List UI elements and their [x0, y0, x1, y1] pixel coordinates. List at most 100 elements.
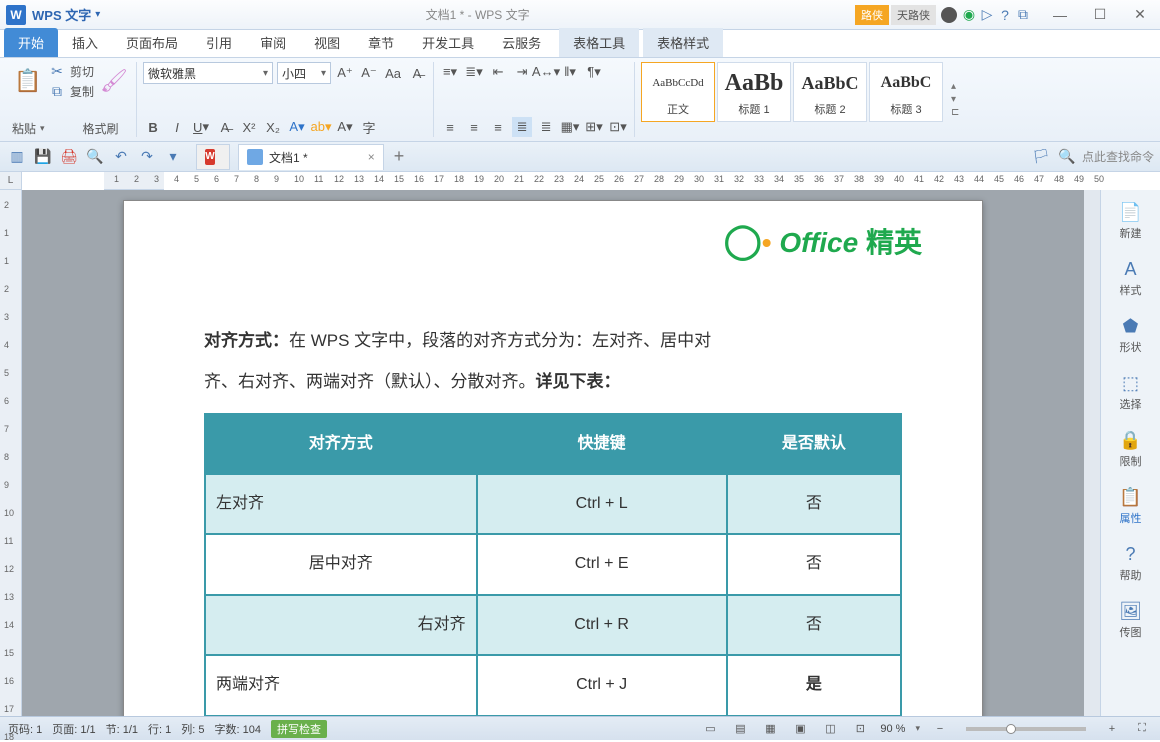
tab-引用[interactable]: 引用 [192, 28, 246, 57]
tab-章节[interactable]: 章节 [354, 28, 408, 57]
sidepanel-属性[interactable]: 📋属性 [1106, 483, 1156, 530]
copy-button[interactable]: ⧉复制 [48, 82, 94, 100]
shrink-font-button[interactable]: A⁻ [359, 63, 379, 83]
numbering-button[interactable]: ≣▾ [464, 62, 484, 82]
new-tab-button[interactable]: + [394, 146, 405, 167]
avatar-icon[interactable] [941, 7, 957, 23]
sidepanel-传图[interactable]: 🖼传图 [1106, 597, 1156, 644]
bold-button[interactable]: B [143, 117, 163, 137]
document-canvas[interactable]: ◯• Office 精英 对齐方式：在 WPS 文字中，段落的对齐方式分为：左对… [22, 190, 1084, 716]
change-case-button[interactable]: Aa [383, 63, 403, 83]
tab-开始[interactable]: 开始 [4, 28, 58, 57]
highlight-button[interactable]: ab▾ [311, 117, 331, 137]
bullets-button[interactable]: ≡▾ [440, 62, 460, 82]
cut-button[interactable]: ✂剪切 [48, 62, 94, 80]
line-spacing-button[interactable]: ‖▾ [560, 62, 580, 82]
underline-button[interactable]: U▾ [191, 117, 211, 137]
sidepanel-选择[interactable]: ⬚选择 [1106, 369, 1156, 416]
align-left-button[interactable]: ≡ [440, 117, 460, 137]
italic-button[interactable]: I [167, 117, 187, 137]
font-color-button[interactable]: A▾ [287, 117, 307, 137]
tab-表格工具[interactable]: 表格工具 [559, 28, 639, 57]
view-web[interactable]: ▦ [760, 721, 780, 737]
table-header[interactable]: 快捷键 [477, 414, 727, 474]
format-painter-label[interactable]: 格式刷 [83, 120, 119, 137]
borders-button[interactable]: ⊞▾ [584, 117, 604, 137]
paste-icon[interactable]: 📋 [12, 65, 44, 97]
badge-luxia[interactable]: 路侠 [855, 5, 889, 25]
paste-label[interactable]: 粘贴 [12, 120, 36, 137]
document-tab[interactable]: 文档1 * × [238, 144, 384, 170]
status-spell[interactable]: 拼写检查 [271, 720, 327, 738]
vertical-scrollbar[interactable] [1084, 190, 1100, 716]
view-fullscreen[interactable]: ◫ [820, 721, 840, 737]
table-row[interactable]: 右对齐Ctrl + R否 [205, 595, 901, 655]
tab-云服务[interactable]: 云服务 [488, 28, 555, 57]
zoom-slider[interactable] [966, 727, 1086, 731]
close-button[interactable]: ✕ [1120, 0, 1160, 30]
view-print-layout[interactable]: ▭ [700, 721, 720, 737]
tab-页面布局[interactable]: 页面布局 [112, 28, 192, 57]
show-marks-button[interactable]: ¶▾ [584, 62, 604, 82]
print-icon[interactable]: 🖨 [58, 146, 80, 168]
print-preview-icon[interactable]: 🔍 [84, 146, 106, 168]
tab-插入[interactable]: 插入 [58, 28, 112, 57]
decrease-indent-button[interactable]: ⇤ [488, 62, 508, 82]
badge-tianluxia[interactable]: 天路侠 [891, 5, 936, 25]
tab-开发工具[interactable]: 开发工具 [408, 28, 488, 57]
format-painter-icon[interactable]: 🖌 [98, 65, 130, 97]
vertical-ruler[interactable]: 21123456789101112131415161718 [0, 190, 22, 716]
sidepanel-样式[interactable]: A样式 [1106, 255, 1156, 302]
table-row[interactable]: 左对齐Ctrl + L否 [205, 474, 901, 534]
minimize-button[interactable]: — [1040, 0, 1080, 30]
sidepanel-限制[interactable]: 🔒限制 [1106, 426, 1156, 473]
clear-format-button[interactable]: A̶ [407, 63, 427, 83]
undo-icon[interactable]: ↶ [110, 146, 132, 168]
subscript-button[interactable]: X₂ [263, 117, 283, 137]
status-col[interactable]: 列: 5 [181, 721, 204, 737]
view-outline[interactable]: ▤ [730, 721, 750, 737]
tab-审阅[interactable]: 审阅 [246, 28, 300, 57]
qat-more-icon[interactable]: ▾ [162, 146, 184, 168]
view-reading[interactable]: ▣ [790, 721, 810, 737]
align-right-button[interactable]: ≡ [488, 117, 508, 137]
font-size-select[interactable]: 小四 [277, 62, 331, 84]
style-正文[interactable]: AaBbCcDd正文 [641, 62, 715, 122]
sync-icon[interactable]: ◉ [960, 6, 978, 24]
align-distribute-button[interactable]: ≣ [536, 117, 556, 137]
table-row[interactable]: 居中对齐Ctrl + E否 [205, 534, 901, 594]
tab-视图[interactable]: 视图 [300, 28, 354, 57]
superscript-button[interactable]: X² [239, 117, 259, 137]
align-center-button[interactable]: ≡ [464, 117, 484, 137]
char-shading-button[interactable]: 字 [359, 117, 379, 137]
search-placeholder[interactable]: 点此查找命令 [1082, 148, 1154, 165]
styles-scroll-up[interactable]: ▴ [951, 81, 959, 92]
table-header[interactable]: 是否默认 [727, 414, 901, 474]
styles-expand[interactable]: ⊏ [951, 107, 959, 118]
styles-scroll-down[interactable]: ▾ [951, 94, 959, 105]
home-tab[interactable]: W [196, 144, 230, 170]
feedback-icon[interactable]: 🏳 [1030, 146, 1052, 168]
status-row[interactable]: 行: 1 [148, 721, 171, 737]
table-header[interactable]: 对齐方式 [205, 414, 477, 474]
document-body[interactable]: 对齐方式：在 WPS 文字中，段落的对齐方式分为：左对齐、居中对 齐、右对齐、两… [204, 321, 902, 716]
zoom-level[interactable]: 90 % [880, 723, 905, 735]
zoom-in[interactable]: + [1102, 721, 1122, 737]
strikethrough-button[interactable]: A̶ [215, 117, 235, 137]
pin-icon[interactable]: ⧉ [1014, 6, 1032, 24]
redo-icon[interactable]: ↷ [136, 146, 158, 168]
tab-表格样式[interactable]: 表格样式 [643, 28, 723, 57]
status-words[interactable]: 字数: 104 [215, 721, 261, 737]
save-icon[interactable]: 💾 [32, 146, 54, 168]
sidepanel-帮助[interactable]: ?帮助 [1106, 540, 1156, 587]
status-pages[interactable]: 页面: 1/1 [52, 721, 95, 737]
alignment-table[interactable]: 对齐方式快捷键是否默认 左对齐Ctrl + L否居中对齐Ctrl + E否右对齐… [204, 413, 902, 716]
search-icon[interactable]: 🔍 [1056, 146, 1078, 168]
fit-page[interactable]: ⛶ [1132, 721, 1152, 737]
style-标题 2[interactable]: AaBbC标题 2 [793, 62, 867, 122]
increase-indent-button[interactable]: ⇥ [512, 62, 532, 82]
maximize-button[interactable]: ☐ [1080, 0, 1120, 30]
cloud-icon[interactable]: ▷ [978, 6, 996, 24]
font-family-select[interactable]: 微软雅黑 [143, 62, 273, 84]
style-标题 1[interactable]: AaBb标题 1 [717, 62, 791, 122]
